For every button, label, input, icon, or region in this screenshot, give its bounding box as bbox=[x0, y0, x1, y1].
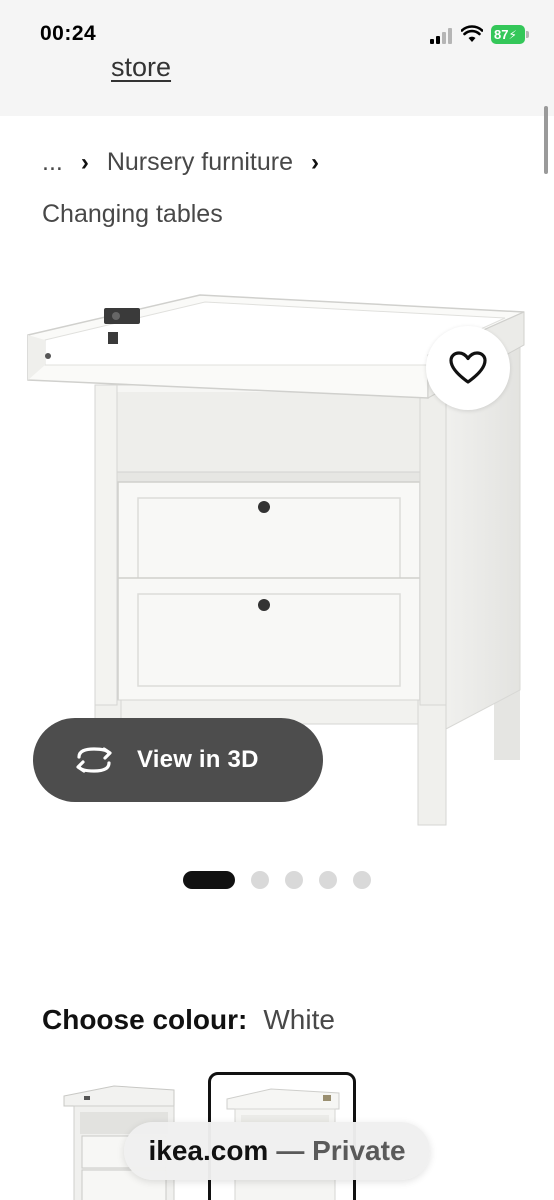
url-domain: ikea.com bbox=[148, 1135, 269, 1166]
wifi-icon bbox=[461, 25, 483, 42]
choose-colour-label: Choose colour: bbox=[42, 1004, 248, 1035]
view-in-3d-button[interactable]: View in 3D bbox=[33, 718, 323, 802]
breadcrumb-nursery-furniture[interactable]: Nursery furniture bbox=[107, 137, 293, 188]
view-in-3d-label: View in 3D bbox=[137, 746, 259, 773]
breadcrumb-changing-tables[interactable]: Changing tables bbox=[42, 189, 223, 240]
status-time: 00:24 bbox=[40, 22, 97, 45]
battery-cap bbox=[526, 31, 529, 38]
carousel-dot[interactable] bbox=[285, 871, 303, 889]
carousel-dot-active[interactable] bbox=[183, 871, 235, 889]
scroll-indicator bbox=[544, 106, 548, 174]
breadcrumb: ... › Nursery furniture › Changing table… bbox=[42, 144, 522, 232]
chevron-right-icon: › bbox=[80, 148, 89, 176]
rotate-icon bbox=[76, 747, 112, 773]
top-nav: store bbox=[0, 50, 554, 116]
carousel-dot[interactable] bbox=[319, 871, 337, 889]
private-mode-label: — Private bbox=[276, 1135, 406, 1166]
browser-url-pill[interactable]: ikea.com — Private bbox=[124, 1122, 430, 1180]
battery-level: 87 bbox=[494, 27, 509, 42]
status-bar: 00:24 87⚡ bbox=[0, 0, 554, 50]
chevron-right-icon: › bbox=[311, 148, 320, 176]
selected-colour: White bbox=[263, 1004, 335, 1035]
carousel-dot[interactable] bbox=[251, 871, 269, 889]
breadcrumb-ellipsis[interactable]: ... bbox=[42, 137, 63, 188]
image-carousel-dots bbox=[183, 871, 387, 889]
cellular-signal-icon bbox=[430, 28, 454, 44]
charging-bolt-icon: ⚡ bbox=[508, 28, 517, 42]
colour-heading: Choose colour: White bbox=[42, 1004, 335, 1036]
heart-icon bbox=[449, 351, 487, 384]
favourite-button[interactable] bbox=[426, 326, 510, 410]
carousel-dot[interactable] bbox=[353, 871, 371, 889]
store-link[interactable]: store bbox=[111, 52, 171, 83]
battery-indicator: 87⚡ bbox=[491, 25, 525, 44]
